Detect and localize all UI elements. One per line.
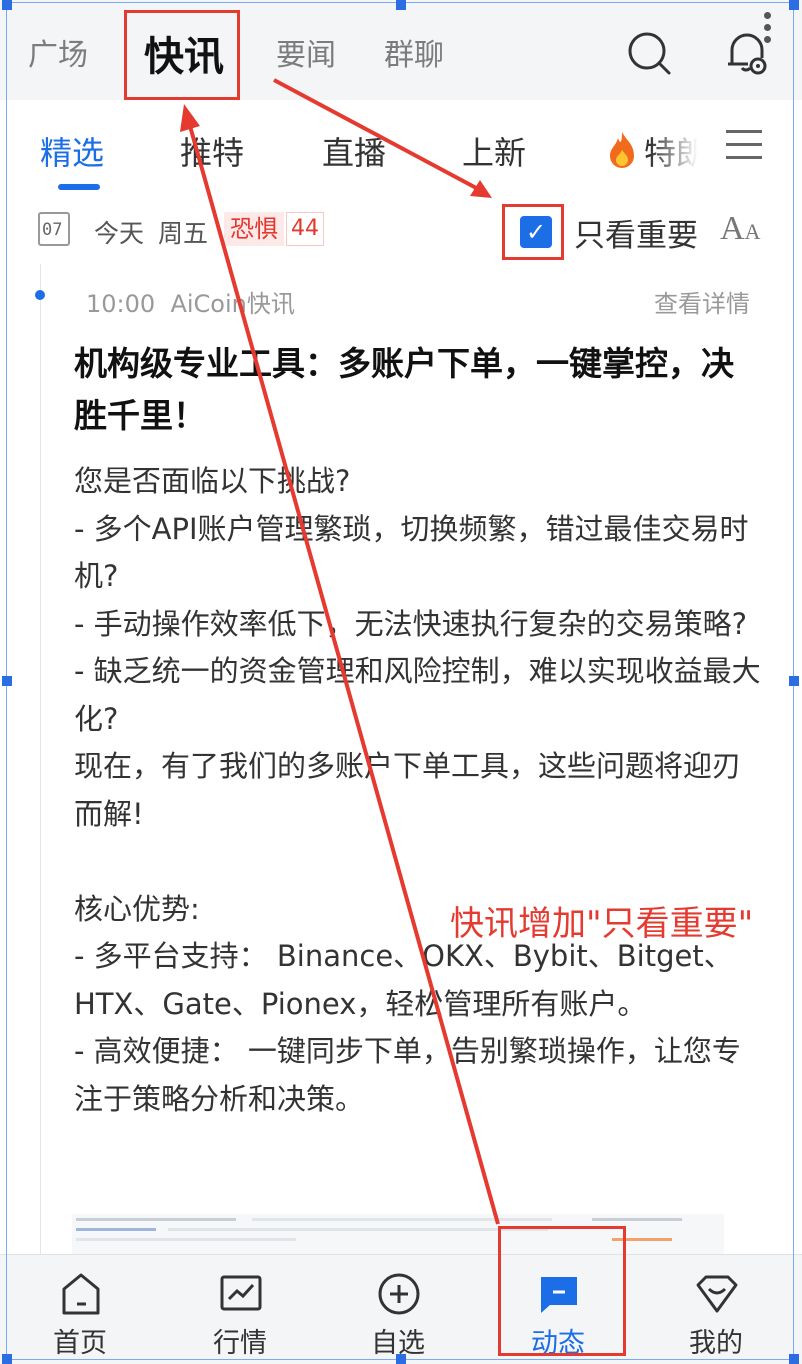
top-header: 广场 快讯 要闻 群聊	[0, 0, 802, 100]
highlight-important-checkbox	[502, 204, 564, 260]
subtab-new-listings[interactable]: 上新	[462, 128, 526, 174]
annotation-text: 快讯增加"只看重要"	[450, 904, 754, 944]
subtab-twitter[interactable]: 推特	[180, 128, 244, 174]
highlight-feed-tab	[498, 1226, 626, 1356]
resize-handle[interactable]	[396, 1354, 406, 1364]
resize-handle[interactable]	[789, 0, 799, 10]
news-body: 您是否面临以下挑战? - 多个API账户管理繁琐，切换频繁，错过最佳交易时机? …	[74, 464, 761, 1116]
resize-handle[interactable]	[2, 676, 12, 686]
nav-market-label: 行情	[213, 1328, 267, 1359]
view-details-link[interactable]: 查看详情	[654, 284, 750, 319]
nav-home-label: 首页	[53, 1328, 107, 1359]
tab-square[interactable]: 广场	[28, 30, 88, 74]
nav-profile[interactable]: 我的	[636, 1255, 796, 1364]
font-size-icon[interactable]: AA	[720, 210, 760, 248]
search-icon[interactable]	[626, 30, 674, 78]
add-circle-icon	[378, 1273, 420, 1315]
diamond-icon	[696, 1275, 738, 1313]
home-icon	[62, 1273, 100, 1315]
active-tab-indicator	[58, 184, 100, 190]
chart-icon	[220, 1275, 262, 1311]
timeline-line	[40, 264, 41, 1254]
news-time: 10:00	[86, 290, 156, 318]
tab-group-chat[interactable]: 群聊	[384, 30, 444, 74]
resize-handle[interactable]	[2, 1354, 12, 1364]
resize-handle[interactable]	[2, 0, 12, 10]
more-icon[interactable]	[764, 12, 774, 52]
fear-greed-value: 44	[286, 212, 324, 246]
highlight-flash-tab	[124, 10, 240, 100]
tab-fade	[650, 120, 710, 180]
nav-home[interactable]: 首页	[0, 1255, 160, 1364]
menu-icon[interactable]	[726, 130, 762, 160]
subtab-featured[interactable]: 精选	[40, 128, 104, 174]
font-size-big: A	[720, 210, 745, 247]
fire-icon	[610, 132, 634, 168]
nav-watchlist[interactable]: 自选	[318, 1255, 478, 1364]
subtab-live[interactable]: 直播	[322, 128, 386, 174]
date-today: 今天	[94, 219, 145, 248]
font-size-small: A	[744, 219, 761, 244]
resize-handle[interactable]	[396, 0, 406, 10]
nav-profile-label: 我的	[689, 1328, 743, 1359]
resize-handle[interactable]	[789, 1354, 799, 1364]
news-image-preview[interactable]	[72, 1214, 724, 1254]
nav-market[interactable]: 行情	[160, 1255, 320, 1364]
bottom-nav: 首页 行情 自选 动态 我的	[0, 1254, 802, 1364]
tab-headlines[interactable]: 要闻	[276, 30, 336, 74]
news-headline[interactable]: 机构级专业工具：多账户下单，一键掌控，决胜千里！	[74, 338, 764, 442]
resize-handle[interactable]	[789, 676, 799, 686]
news-meta: 10:00 AiCoin快讯	[86, 284, 295, 319]
news-source: AiCoin快讯	[170, 290, 295, 318]
fear-greed-label: 恐惧	[224, 212, 284, 246]
timeline-dot	[35, 290, 45, 300]
important-only-label[interactable]: 只看重要	[574, 210, 698, 255]
calendar-icon[interactable]: 07	[38, 212, 70, 246]
calendar-day: 07	[42, 220, 63, 240]
date-weekday: 周五	[158, 219, 209, 248]
